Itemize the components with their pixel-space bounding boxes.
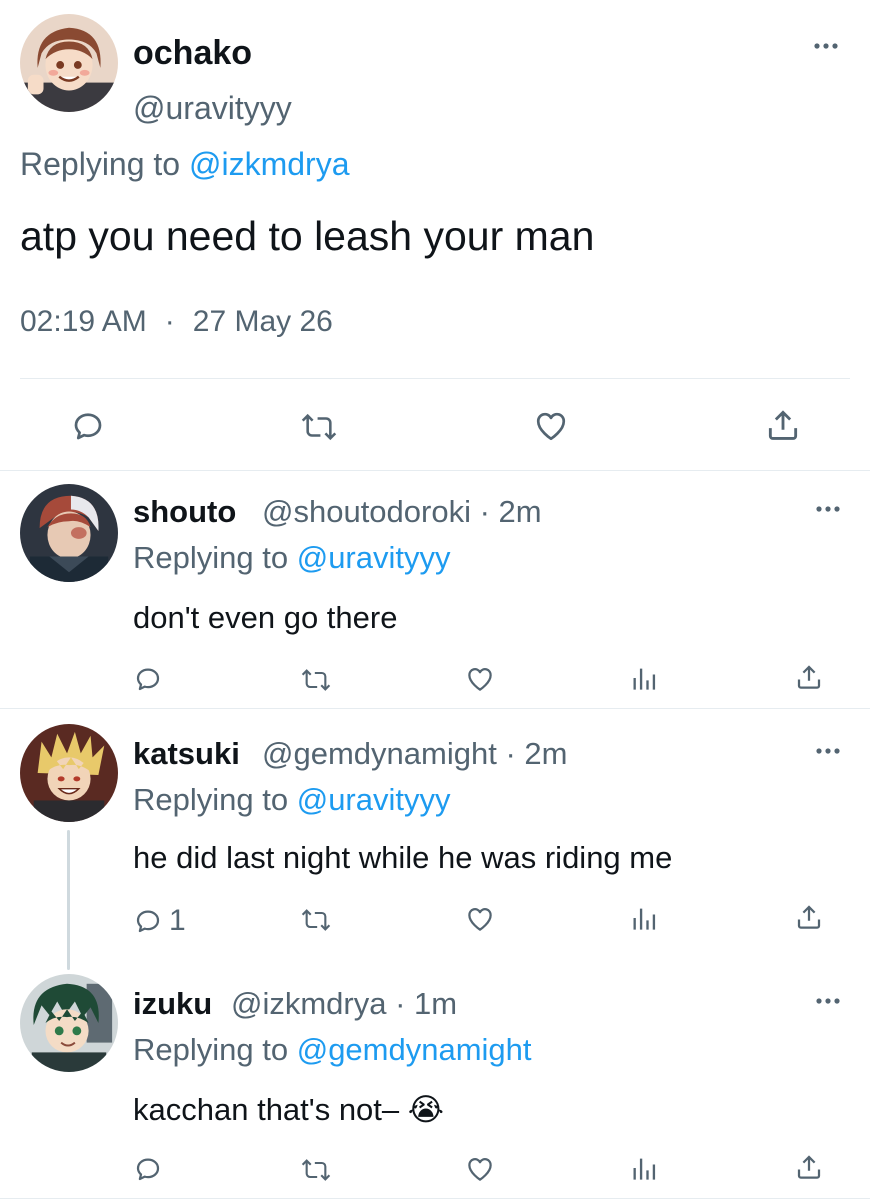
reply-button[interactable] bbox=[133, 664, 163, 694]
reply-count: 1 bbox=[169, 904, 186, 937]
share-icon bbox=[768, 410, 798, 440]
analytics-icon bbox=[633, 668, 656, 690]
analytics-button[interactable] bbox=[630, 1154, 658, 1182]
divider bbox=[0, 470, 870, 471]
analytics-icon bbox=[633, 908, 656, 930]
divider bbox=[0, 1198, 870, 1199]
share-button[interactable] bbox=[794, 662, 824, 692]
reply-button[interactable]: 1 bbox=[133, 904, 186, 938]
avatar[interactable] bbox=[20, 724, 118, 822]
tweet-age: · 1m bbox=[395, 986, 458, 1021]
author-display-name[interactable]: ochako bbox=[133, 34, 252, 73]
handle-text: @shoutodoroki bbox=[262, 494, 471, 529]
tweet-time: 02:19 AM bbox=[20, 305, 147, 338]
replying-prefix: Replying to bbox=[133, 782, 297, 817]
handle-text: @gemdynamight bbox=[262, 736, 497, 771]
handle-text: @izkmdrya bbox=[231, 986, 387, 1021]
reply-icon bbox=[74, 413, 102, 440]
meta-separator: · bbox=[164, 305, 175, 338]
retweet-button[interactable] bbox=[300, 1156, 332, 1184]
thread-line bbox=[67, 830, 70, 970]
reply-button[interactable] bbox=[70, 408, 106, 444]
heart-icon bbox=[468, 668, 492, 691]
tweet-text: don't even go there bbox=[133, 600, 398, 635]
author-display-name[interactable]: shouto bbox=[133, 494, 236, 530]
more-icon[interactable] bbox=[812, 40, 840, 52]
reply-button[interactable] bbox=[133, 1154, 163, 1184]
replying-mention[interactable]: @uravityyy bbox=[297, 782, 451, 817]
avatar[interactable] bbox=[20, 14, 118, 112]
share-button[interactable] bbox=[764, 406, 802, 444]
tweet-text: atp you need to leash your man bbox=[20, 213, 595, 259]
retweet-icon bbox=[301, 909, 331, 931]
replying-mention[interactable]: @uravityyy bbox=[297, 540, 451, 575]
replying-prefix: Replying to bbox=[20, 146, 189, 182]
like-button[interactable] bbox=[532, 408, 570, 444]
author-display-name[interactable]: katsuki bbox=[133, 736, 240, 772]
avatar[interactable] bbox=[20, 484, 118, 582]
more-icon[interactable] bbox=[814, 995, 842, 1007]
reply-icon bbox=[136, 1158, 160, 1181]
tweet-age: · 2m bbox=[505, 736, 568, 771]
replying-prefix: Replying to bbox=[133, 540, 297, 575]
analytics-button[interactable] bbox=[630, 664, 658, 692]
analytics-button[interactable] bbox=[630, 904, 658, 932]
like-button[interactable] bbox=[464, 664, 496, 694]
heart-icon bbox=[468, 908, 492, 931]
author-handle[interactable]: @shoutodoroki · 2m bbox=[262, 494, 542, 530]
reply-icon bbox=[136, 910, 160, 933]
retweet-icon bbox=[301, 669, 331, 691]
author-handle[interactable]: @izkmdrya · 1m bbox=[231, 986, 457, 1022]
retweet-button[interactable] bbox=[300, 666, 332, 694]
like-button[interactable] bbox=[464, 1154, 496, 1184]
more-icon[interactable] bbox=[814, 503, 842, 515]
replying-prefix: Replying to bbox=[133, 1032, 297, 1067]
retweet-button[interactable] bbox=[300, 906, 332, 934]
replying-to: Replying to @izkmdrya bbox=[20, 146, 349, 183]
heart-icon bbox=[468, 1158, 492, 1181]
divider bbox=[20, 378, 850, 379]
more-icon[interactable] bbox=[814, 745, 842, 757]
share-icon bbox=[797, 1155, 821, 1179]
share-button[interactable] bbox=[794, 902, 824, 932]
author-handle[interactable]: @uravityyy bbox=[133, 90, 292, 127]
tweet-age: · 2m bbox=[479, 494, 542, 529]
replying-to: Replying to @uravityyy bbox=[133, 782, 451, 818]
like-button[interactable] bbox=[464, 904, 496, 934]
replying-to: Replying to @uravityyy bbox=[133, 540, 451, 576]
tweet-date: 27 May 26 bbox=[192, 305, 333, 338]
tweet-timestamp[interactable]: 02:19 AM · 27 May 26 bbox=[20, 305, 333, 339]
share-icon bbox=[797, 665, 821, 689]
analytics-icon bbox=[633, 1158, 656, 1180]
share-icon bbox=[797, 905, 821, 929]
replying-mention[interactable]: @izkmdrya bbox=[189, 146, 350, 182]
tweet-text: he did last night while he was riding me bbox=[133, 840, 673, 875]
replying-mention[interactable]: @gemdynamight bbox=[297, 1032, 532, 1067]
author-display-name[interactable]: izuku bbox=[133, 986, 212, 1022]
divider bbox=[0, 708, 870, 709]
share-button[interactable] bbox=[794, 1152, 824, 1182]
reply-icon bbox=[136, 668, 160, 691]
author-handle[interactable]: @gemdynamight · 2m bbox=[262, 736, 567, 772]
retweet-icon bbox=[301, 413, 337, 441]
replying-to: Replying to @gemdynamight bbox=[133, 1032, 532, 1068]
avatar[interactable] bbox=[20, 974, 118, 1072]
heart-icon bbox=[536, 412, 566, 441]
tweet-text: kacchan that's not– 😭 bbox=[133, 1092, 444, 1127]
retweet-button[interactable] bbox=[300, 410, 338, 444]
retweet-icon bbox=[301, 1159, 331, 1181]
